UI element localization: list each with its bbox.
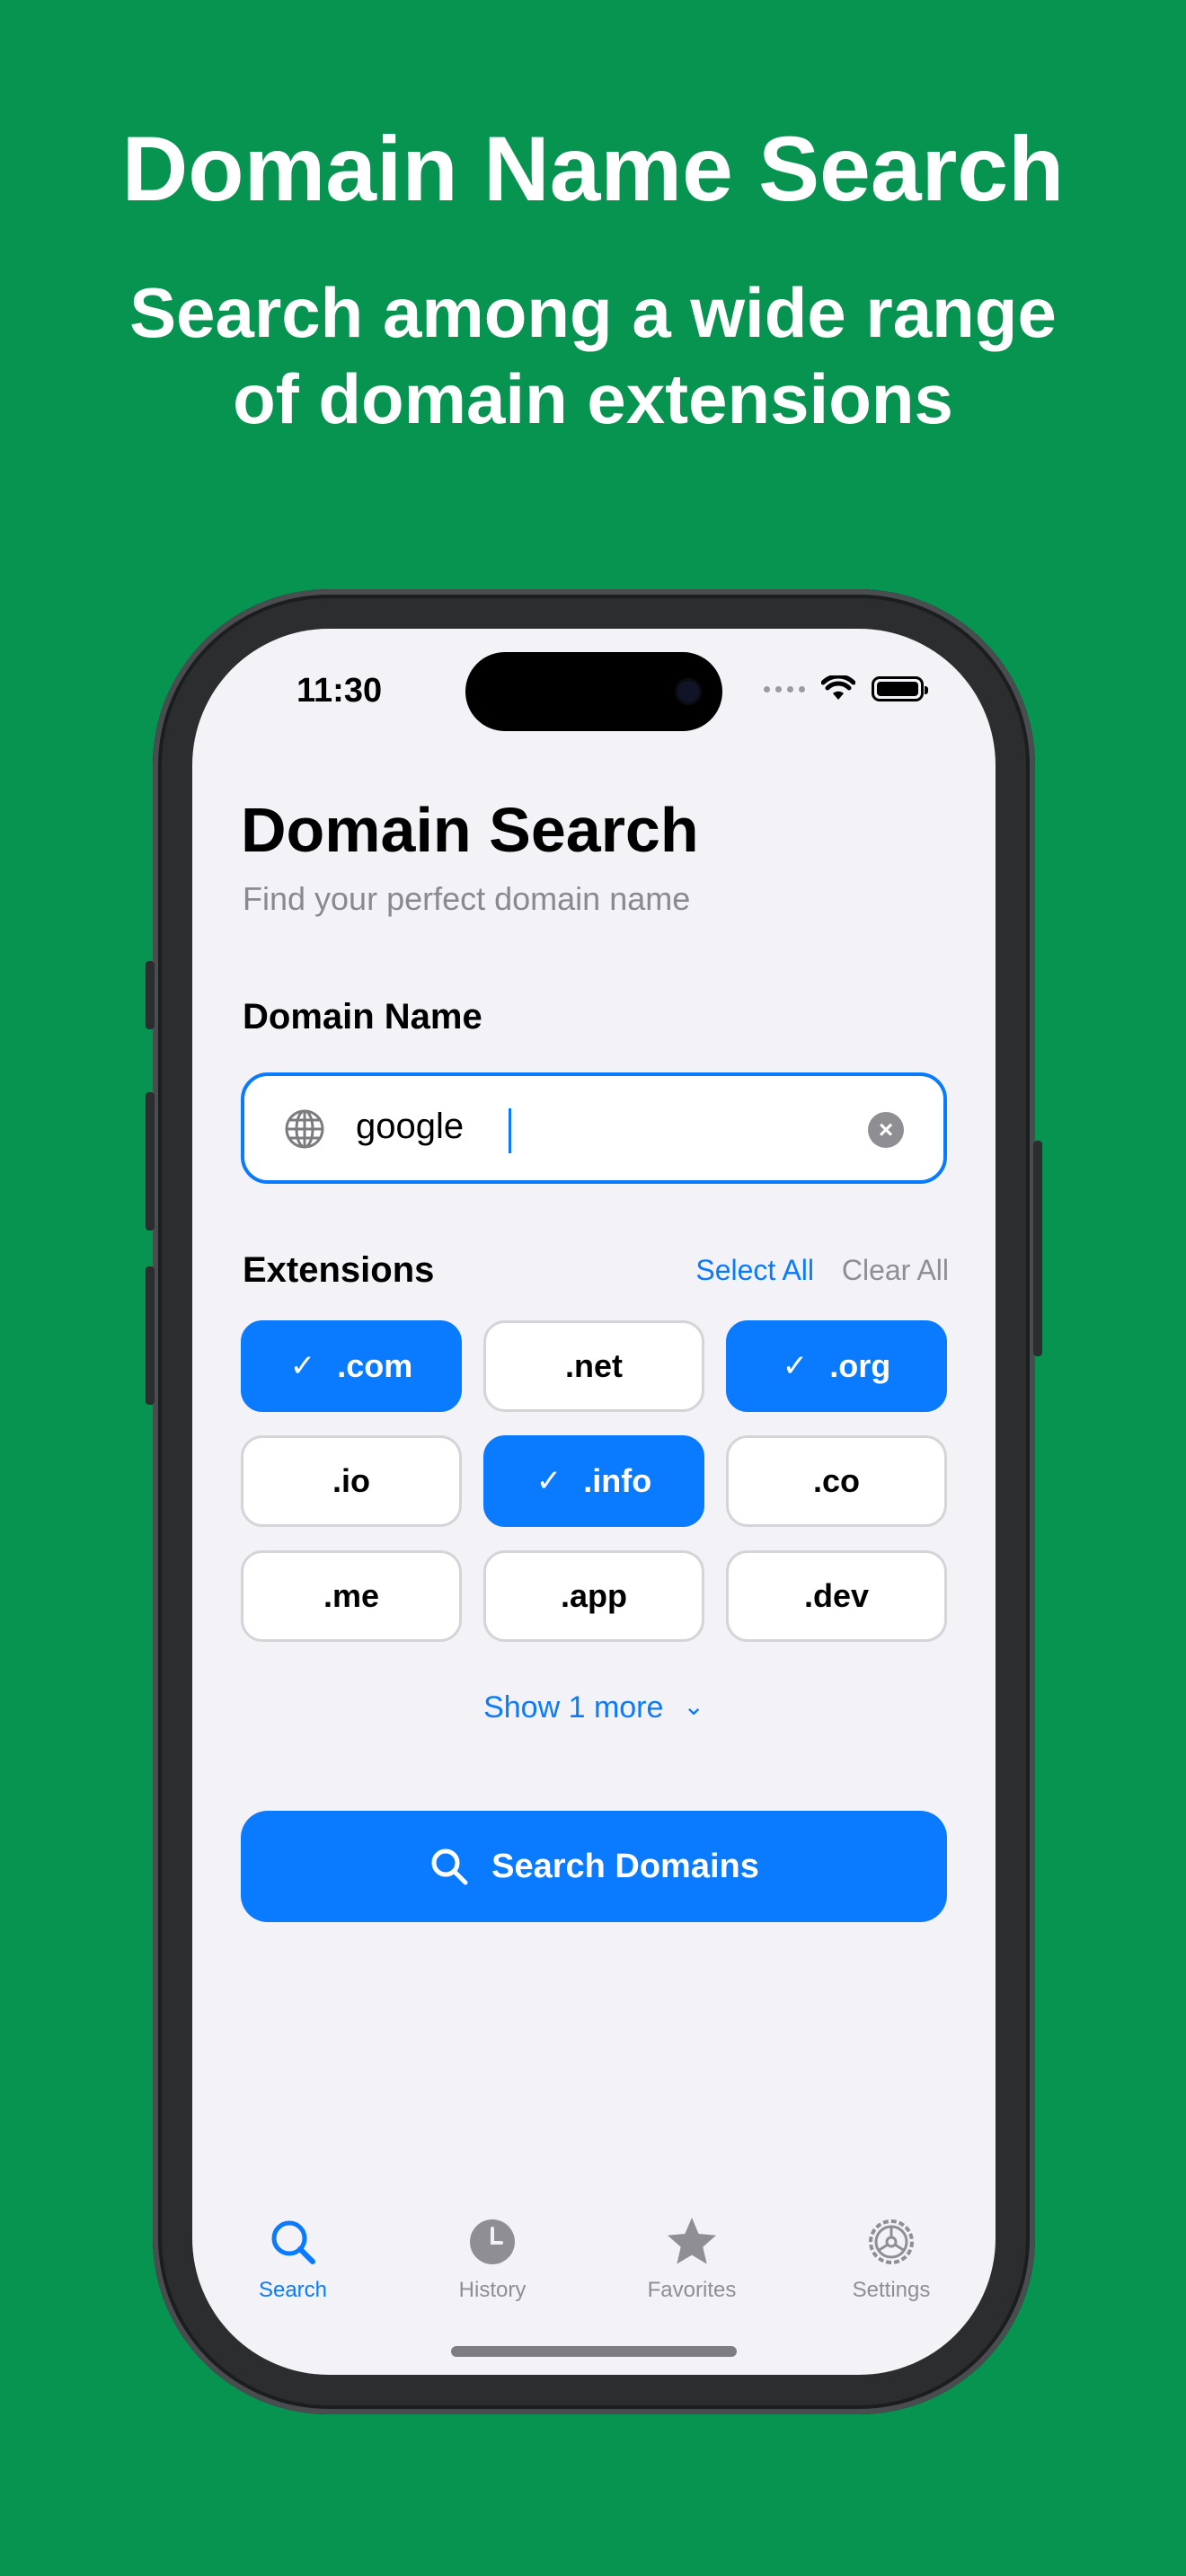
extension-chip-label: .co [812, 1462, 860, 1499]
volume-up-button [146, 1092, 155, 1231]
tab-search[interactable]: Search [212, 2215, 374, 2303]
tab-history[interactable]: History [412, 2215, 573, 2303]
page-title: Domain Search [241, 795, 699, 865]
domain-name-input[interactable]: google [356, 1107, 859, 1147]
checkmark-icon: ✓ [289, 1349, 316, 1383]
extension-chip[interactable]: .me [241, 1550, 462, 1642]
tab-settings-label: Settings [852, 2278, 931, 2302]
wifi-icon [821, 675, 855, 700]
action-button [146, 961, 155, 1029]
tab-favorites[interactable]: Favorites [611, 2215, 773, 2303]
tab-settings[interactable]: Settings [810, 2215, 972, 2303]
power-button [1033, 1141, 1042, 1356]
cellular-signal-icon [764, 685, 805, 693]
extension-chip-label: .org [829, 1347, 891, 1384]
star-icon [668, 2218, 716, 2264]
extension-chip[interactable]: ✓ .info [483, 1435, 704, 1527]
select-all-button[interactable]: Select All [695, 1254, 814, 1287]
checkmark-icon: ✓ [535, 1464, 562, 1498]
extension-chip-label: .dev [803, 1577, 870, 1614]
volume-down-button [146, 1266, 155, 1405]
text-caret [509, 1108, 511, 1153]
camera-icon [677, 681, 699, 702]
tab-favorites-label: Favorites [647, 2278, 737, 2302]
domain-name-label: Domain Name [243, 997, 482, 1037]
extension-chip-label: .info [583, 1462, 652, 1499]
battery-icon [872, 676, 928, 701]
clear-text-icon[interactable]: × [868, 1112, 904, 1148]
tab-history-label: History [458, 2278, 527, 2302]
checkmark-icon: ✓ [782, 1349, 809, 1383]
search-domains-label: Search Domains [491, 1847, 759, 1885]
search-domains-button[interactable]: Search Domains [241, 1811, 947, 1922]
search-icon [431, 1848, 468, 1885]
promo-subtitle: Search among a wide range of domain exte… [0, 269, 1186, 442]
page-subtitle: Find your perfect domain name [243, 880, 691, 917]
chevron-down-icon: ⌄ [683, 1692, 704, 1720]
dynamic-island [465, 652, 722, 731]
gear-icon [869, 2219, 914, 2264]
extension-chip-label: .app [560, 1577, 627, 1614]
clock-icon [470, 2219, 515, 2264]
globe-icon [285, 1109, 324, 1149]
clear-all-button[interactable]: Clear All [842, 1254, 949, 1287]
extension-chip-label: .com [337, 1347, 413, 1384]
extension-chip[interactable]: .net [483, 1320, 704, 1412]
tab-bar: Search History Favorites Settings [192, 2215, 996, 2323]
promo-subtitle-line-1: Search among a wide range [129, 273, 1057, 352]
show-more-button[interactable]: Show 1 more ⌄ [192, 1690, 996, 1725]
promo-subtitle-line-2: of domain extensions [233, 359, 953, 438]
domain-search-field[interactable]: google × [241, 1072, 947, 1184]
extension-chip[interactable]: .app [483, 1550, 704, 1642]
extension-chip[interactable]: .io [241, 1435, 462, 1527]
extension-chip-label: .net [564, 1347, 623, 1384]
extensions-label: Extensions [243, 1250, 435, 1290]
extension-chip[interactable]: .dev [726, 1550, 947, 1642]
promo-title: Domain Name Search [121, 118, 1065, 220]
extension-chip[interactable]: ✓ .com [241, 1320, 462, 1412]
extension-chip-label: .io [332, 1462, 370, 1499]
home-indicator [451, 2346, 737, 2357]
extension-chip[interactable]: ✓ .org [726, 1320, 947, 1412]
tab-search-label: Search [258, 2278, 328, 2302]
extension-chip[interactable]: .co [726, 1435, 947, 1527]
extensions-header: Extensions Select All Clear All [243, 1247, 949, 1297]
extensions-grid: ✓ .com .net ✓ .org .io ✓ .info .co .me .app .dev [241, 1320, 949, 1642]
extension-chip-label: .me [323, 1577, 380, 1614]
status-icons [764, 675, 928, 702]
status-time: 11:30 [296, 672, 383, 710]
search-icon [271, 2220, 315, 2264]
show-more-label: Show 1 more [483, 1690, 664, 1725]
phone-screen: 11:30 Domain Search Find your perfect do… [192, 629, 996, 2375]
